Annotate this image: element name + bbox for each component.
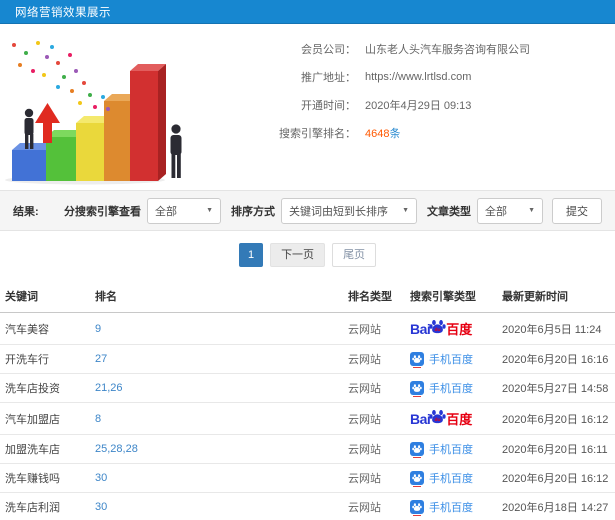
article-type-select[interactable]: 全部 ▼ bbox=[477, 197, 543, 224]
rank-type-cell: 云网站 bbox=[343, 373, 405, 403]
bar-chart-clipart-illustration bbox=[0, 33, 188, 185]
updated-time-cell: 2020年6月5日 11:24 bbox=[497, 312, 615, 345]
col-rank-type: 排名类型 bbox=[343, 279, 405, 313]
table-row: 洗车店利润 30 云网站 Bai du 百度 bbox=[0, 492, 615, 520]
chevron-down-icon: ▼ bbox=[528, 207, 535, 214]
sort-label: 排序方式 bbox=[231, 205, 275, 218]
keyword-cell: 开洗车行 bbox=[0, 344, 90, 374]
rank-link[interactable]: 27 bbox=[90, 344, 343, 374]
mobile-baidu-logo-icon: 手机百度 bbox=[410, 351, 473, 368]
field-rank-count: 搜索引擎排名： 4648条 bbox=[188, 124, 615, 141]
baidu-logo-icon: Bai du 百度 bbox=[410, 320, 473, 337]
updated-time-cell: 2020年6月20日 16:12 bbox=[497, 402, 615, 435]
rank-type-cell: 云网站 bbox=[343, 463, 405, 493]
updated-time-cell: 2020年6月20日 16:16 bbox=[497, 344, 615, 374]
updated-time-cell: 2020年6月20日 16:11 bbox=[497, 434, 615, 464]
mobile-baidu-logo-icon: 手机百度 bbox=[410, 380, 473, 397]
mobile-baidu-logo-icon: 手机百度 bbox=[410, 470, 473, 487]
engine-type-cell: Bai du 百度 bbox=[405, 492, 497, 520]
last-page-button[interactable]: 尾页 bbox=[332, 243, 377, 267]
updated-time-cell: 2020年6月20日 16:12 bbox=[497, 463, 615, 493]
table-row: 洗车店投资 21,26 云网站 Bai du 百度 bbox=[0, 373, 615, 403]
baidu-logo-icon: Bai du 百度 bbox=[410, 410, 473, 427]
sort-select[interactable]: 关键词由短到长排序 ▼ bbox=[281, 197, 417, 224]
rank-link[interactable]: 21,26 bbox=[90, 373, 343, 403]
member-info-panel: 会员公司： 山东老人头汽车服务咨询有限公司 推广地址： https://www.… bbox=[0, 24, 615, 190]
rank-count-value: 4648 bbox=[365, 127, 390, 140]
url-label: 推广地址： bbox=[301, 71, 356, 84]
rank-type-cell: 云网站 bbox=[343, 492, 405, 520]
table-row: 加盟洗车店 25,28,28 云网站 Bai du 百度 bbox=[0, 434, 615, 464]
next-page-button[interactable]: 下一页 bbox=[270, 243, 326, 267]
keyword-cell: 加盟洗车店 bbox=[0, 434, 90, 464]
keyword-cell: 洗车店利润 bbox=[0, 492, 90, 520]
rank-link[interactable]: 30 bbox=[90, 463, 343, 493]
pagination: 1 下一页 尾页 bbox=[0, 243, 615, 267]
col-engine-type: 搜索引擎类型 bbox=[405, 279, 497, 313]
engine-type-cell: Bai du 百度 bbox=[405, 463, 497, 493]
result-label: 结果: bbox=[13, 205, 39, 218]
table-row: 汽车加盟店 8 云网站 Bai du 百度 2020年6月20日 16:12 bbox=[0, 402, 615, 435]
promotion-url-link[interactable]: https://www.lrtlsd.com bbox=[365, 71, 471, 83]
rank-count-suffix: 条 bbox=[389, 127, 401, 140]
page-1-button[interactable]: 1 bbox=[238, 243, 264, 267]
company-label: 会员公司： bbox=[301, 43, 356, 56]
chevron-down-icon: ▼ bbox=[402, 207, 409, 214]
svg-text:du: du bbox=[435, 417, 441, 423]
member-fields: 会员公司： 山东老人头汽车服务咨询有限公司 推广地址： https://www.… bbox=[188, 33, 615, 185]
rank-count-label: 搜索引擎排名： bbox=[279, 127, 356, 140]
engine-type-cell: Bai du 百度 bbox=[405, 344, 497, 374]
engine-filter-select[interactable]: 全部 ▼ bbox=[147, 197, 221, 224]
rank-type-cell: 云网站 bbox=[343, 312, 405, 345]
filter-bar: 结果: 分搜索引擎查看 全部 ▼ 排序方式 关键词由短到长排序 ▼ 文章类型 全… bbox=[0, 190, 615, 231]
rank-type-cell: 云网站 bbox=[343, 344, 405, 374]
engine-type-cell: Bai du 百度 bbox=[405, 373, 497, 403]
table-row: 开洗车行 27 云网站 Bai du 百度 bbox=[0, 344, 615, 374]
table-row: 汽车美容 9 云网站 Bai du 百度 2020年6月5日 11:24 bbox=[0, 312, 615, 345]
engine-type-cell: Bai du 百度 bbox=[405, 312, 497, 345]
mobile-baidu-logo-icon: 手机百度 bbox=[410, 499, 473, 516]
company-link[interactable]: 山东老人头汽车服务咨询有限公司 bbox=[365, 41, 530, 57]
keyword-cell: 汽车加盟店 bbox=[0, 402, 90, 435]
page-title: 网络营销效果展示 bbox=[15, 6, 111, 19]
engine-filter-label: 分搜索引擎查看 bbox=[64, 205, 141, 218]
keyword-cell: 洗车店投资 bbox=[0, 373, 90, 403]
open-time-label: 开通时间： bbox=[301, 99, 356, 112]
field-url: 推广地址： https://www.lrtlsd.com bbox=[188, 68, 615, 85]
sort-value: 关键词由短到长排序 bbox=[289, 205, 388, 218]
table-row: 洗车赚钱吗 30 云网站 Bai du 百度 bbox=[0, 463, 615, 493]
engine-type-cell: Bai du 百度 bbox=[405, 402, 497, 435]
keyword-cell: 洗车赚钱吗 bbox=[0, 463, 90, 493]
updated-time-cell: 2020年6月18日 14:27 bbox=[497, 492, 615, 520]
col-keyword: 关键词 bbox=[0, 279, 90, 313]
open-time-value: 2020年4月29日 09:13 bbox=[365, 99, 472, 112]
rank-type-cell: 云网站 bbox=[343, 434, 405, 464]
engine-filter-value: 全部 bbox=[155, 205, 177, 218]
keyword-cell: 汽车美容 bbox=[0, 312, 90, 345]
ranking-table: 关键词 排名 排名类型 搜索引擎类型 最新更新时间 汽车美容 9 云网站 Bai… bbox=[0, 279, 615, 520]
article-type-value: 全部 bbox=[485, 205, 507, 218]
svg-text:du: du bbox=[435, 327, 441, 333]
rank-link[interactable]: 9 bbox=[90, 312, 343, 345]
chevron-down-icon: ▼ bbox=[206, 207, 213, 214]
col-updated: 最新更新时间 bbox=[497, 279, 615, 313]
rank-link[interactable]: 30 bbox=[90, 492, 343, 520]
app-header: 网络营销效果展示 bbox=[0, 0, 615, 24]
article-type-label: 文章类型 bbox=[427, 205, 471, 218]
rank-link[interactable]: 8 bbox=[90, 402, 343, 435]
submit-button[interactable]: 提交 bbox=[552, 197, 602, 224]
updated-time-cell: 2020年5月27日 14:58 bbox=[497, 373, 615, 403]
field-company: 会员公司： 山东老人头汽车服务咨询有限公司 bbox=[188, 40, 615, 57]
engine-type-cell: Bai du 百度 bbox=[405, 434, 497, 464]
field-open-time: 开通时间： 2020年4月29日 09:13 bbox=[188, 96, 615, 113]
table-header-row: 关键词 排名 排名类型 搜索引擎类型 最新更新时间 bbox=[0, 279, 615, 313]
rank-link[interactable]: 25,28,28 bbox=[90, 434, 343, 464]
mobile-baidu-logo-icon: 手机百度 bbox=[410, 441, 473, 458]
col-rank: 排名 bbox=[90, 279, 343, 313]
rank-type-cell: 云网站 bbox=[343, 402, 405, 435]
